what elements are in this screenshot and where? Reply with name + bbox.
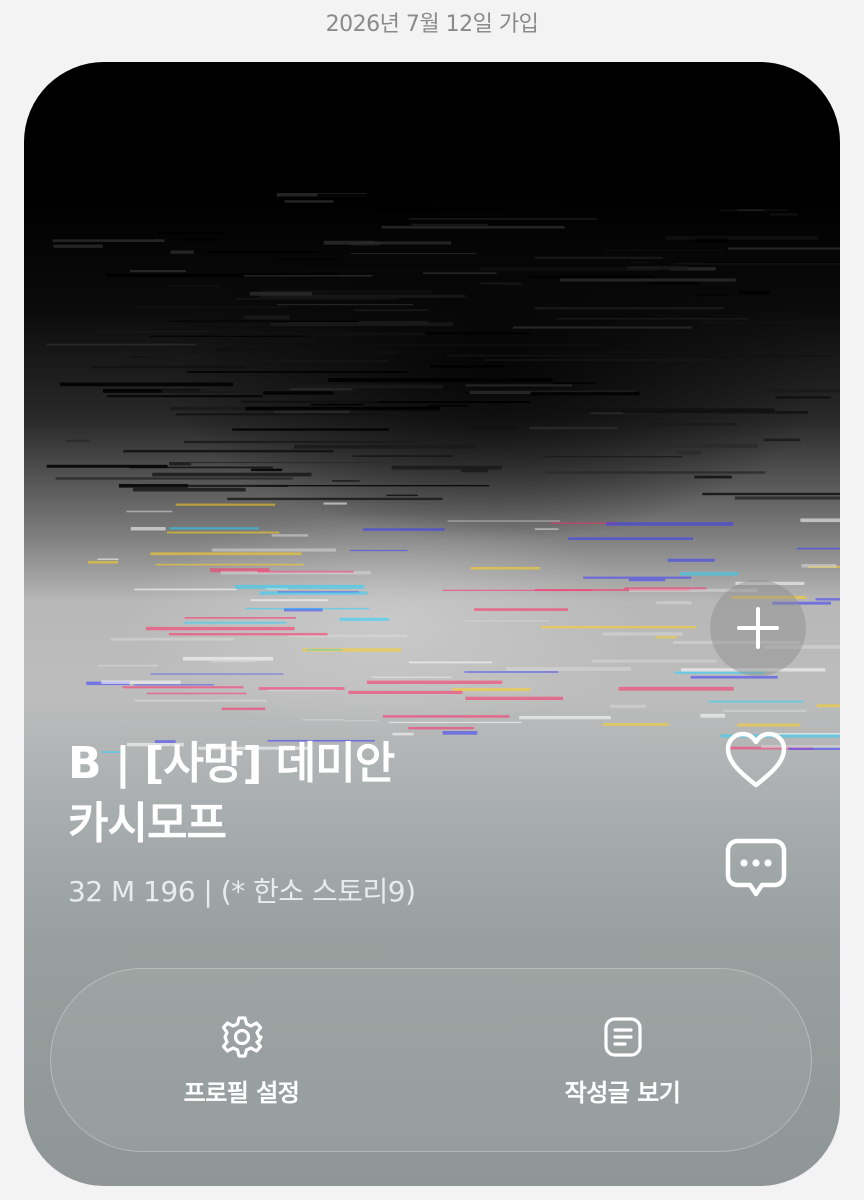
plus-icon [737,607,779,649]
profile-card: B | [사망] 데미안 카시모프 32 M 196 | (* 한소 스토리9)… [24,62,840,1186]
document-icon [603,1016,642,1057]
profile-name-line1: B | [사망] 데미안 [68,738,395,789]
join-date: 2026년 7월 12일 가입 [325,12,539,37]
heart-icon [725,731,787,788]
profile-background-image [24,62,840,822]
profile-name: B | [사망] 데미안 카시모프 [68,734,468,854]
view-posts-label: 작성글 보기 [564,1078,681,1107]
gear-icon [221,1015,263,1058]
profile-meta: 32 M 196 | (* 한소 스토리9) [68,875,416,908]
comment-bubble-icon [725,838,787,897]
like-button[interactable] [720,724,792,796]
profile-settings-label: 프로필 설정 [183,1078,300,1107]
view-posts-button[interactable]: 작성글 보기 [432,969,813,1153]
profile-name-line2: 카시모프 [68,798,227,849]
comment-button[interactable] [720,832,792,904]
profile-settings-button[interactable]: 프로필 설정 [51,969,432,1153]
profile-action-bar: 프로필 설정 작성글 보기 [50,968,812,1152]
add-button[interactable] [710,580,806,676]
